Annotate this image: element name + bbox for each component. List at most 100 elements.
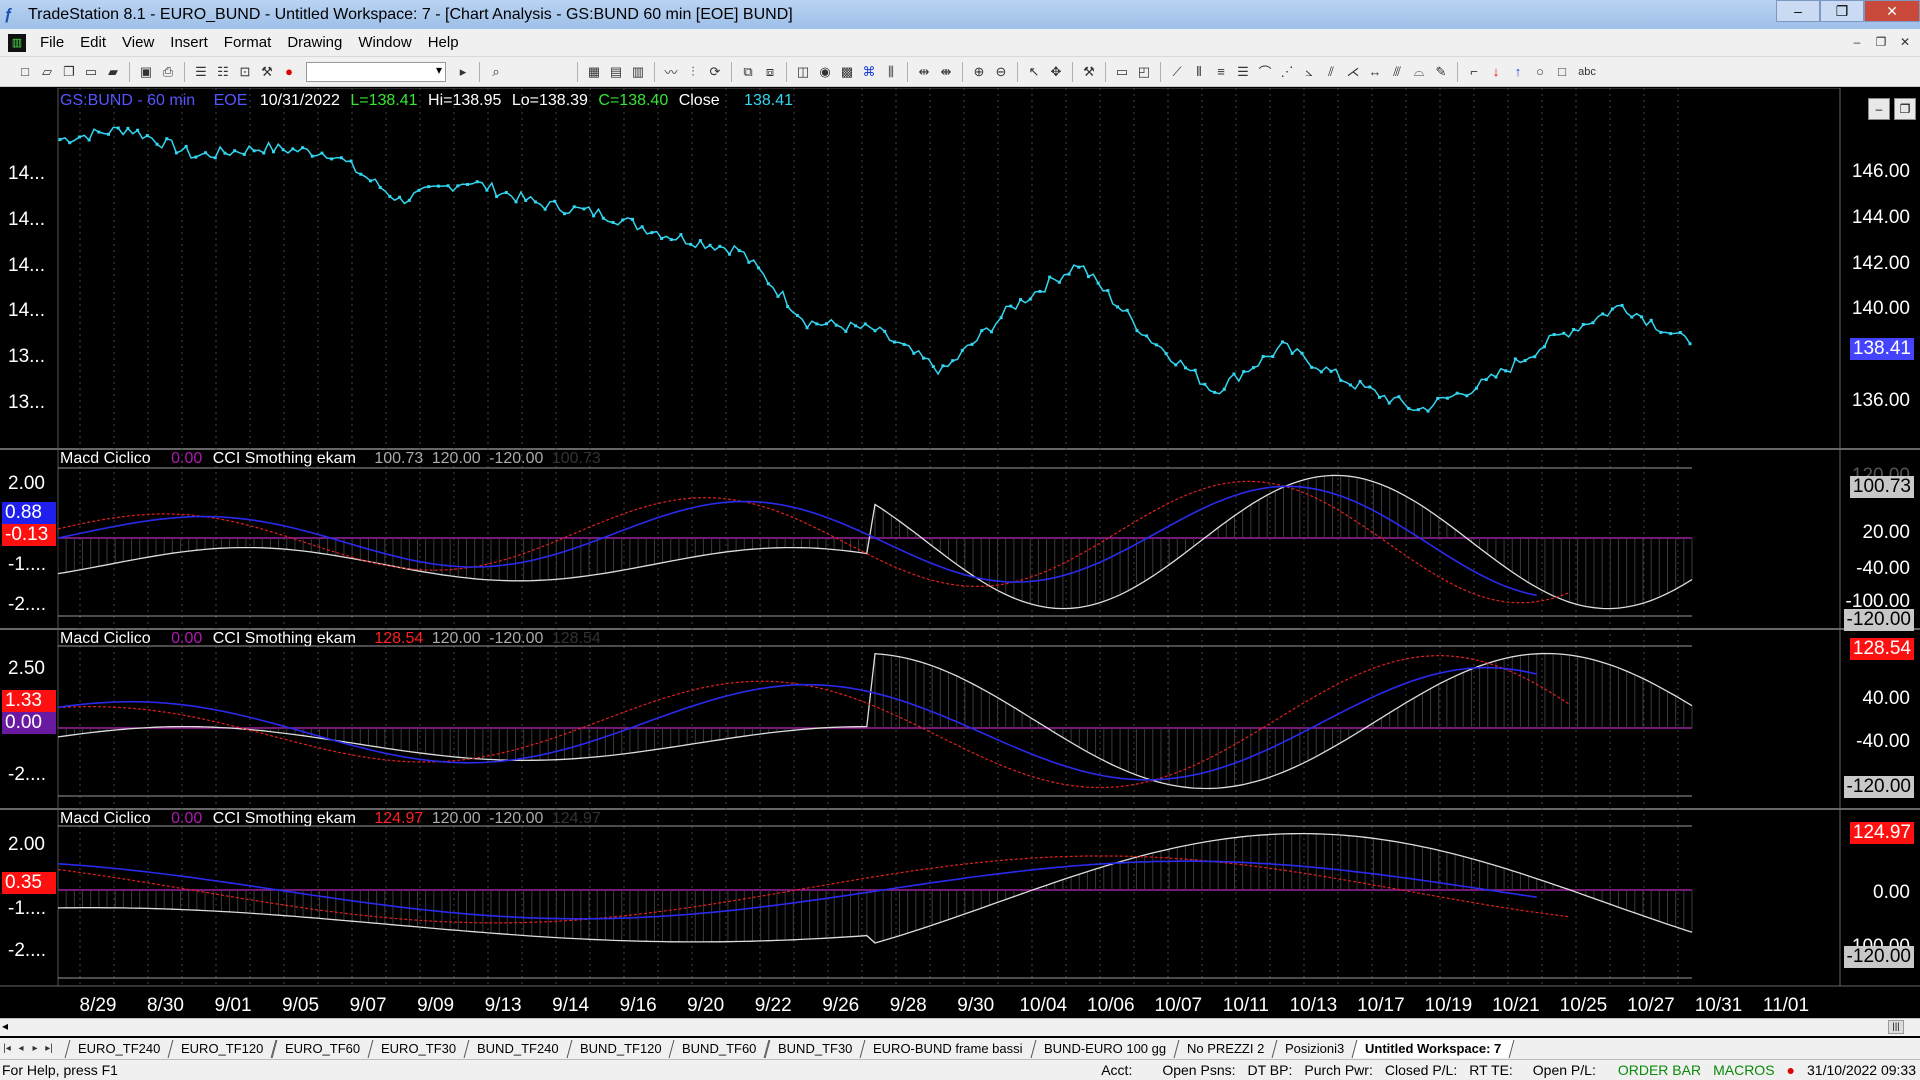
find-icon[interactable]: ⌕ bbox=[487, 63, 505, 81]
scroll-grip[interactable]: ||| bbox=[1888, 1020, 1904, 1034]
chart-window-icon[interactable]: ▥ bbox=[8, 33, 26, 52]
minimize-button[interactable]: – bbox=[1776, 0, 1820, 22]
grid-icon[interactable]: ▦ bbox=[585, 63, 603, 81]
chart-line-icon[interactable]: 〰 bbox=[662, 63, 680, 81]
trendline-icon[interactable]: ⟋ bbox=[1168, 63, 1186, 81]
new-icon[interactable]: □ bbox=[16, 63, 34, 81]
save-icon[interactable]: ▣ bbox=[137, 63, 155, 81]
chart-bar-icon[interactable]: ⫶ bbox=[684, 63, 702, 81]
arrow-up-icon[interactable]: ↑ bbox=[1509, 63, 1527, 81]
folder-icon[interactable]: ▰ bbox=[104, 63, 122, 81]
menu-insert[interactable]: Insert bbox=[162, 34, 216, 51]
tab-prev-icon[interactable]: ◂ bbox=[14, 1043, 28, 1054]
window-tile-icon[interactable]: ☰ bbox=[192, 63, 210, 81]
order-bar-button[interactable]: ORDER BAR bbox=[1618, 1062, 1701, 1078]
scanner-icon[interactable]: ◫ bbox=[794, 63, 812, 81]
settings-window-icon[interactable]: ⧈ bbox=[761, 63, 779, 81]
menu-format[interactable]: Format bbox=[216, 34, 280, 51]
close-button[interactable]: ✕ bbox=[1864, 0, 1920, 22]
chart-icon[interactable]: ▩ bbox=[838, 63, 856, 81]
offset-icon[interactable]: ↔ bbox=[1366, 63, 1384, 81]
workspace-tab[interactable]: BUND_TF30 bbox=[764, 1039, 866, 1058]
workspace-tab[interactable]: EURO_TF60 bbox=[271, 1039, 374, 1058]
open-icon[interactable]: ▱ bbox=[38, 63, 56, 81]
menu-drawing[interactable]: Drawing bbox=[279, 34, 350, 51]
rectangle-icon[interactable]: □ bbox=[1553, 63, 1571, 81]
workspace-tab[interactable]: BUND_TF120 bbox=[566, 1039, 675, 1058]
workspace-tab[interactable]: BUND-EURO 100 gg bbox=[1030, 1039, 1180, 1058]
chart-restore-button[interactable]: ❐ bbox=[1894, 98, 1916, 120]
andrews-icon[interactable]: ⋌ bbox=[1344, 63, 1362, 81]
workspace-tab[interactable]: BUND_TF240 bbox=[463, 1039, 573, 1058]
mdi-minimize-button[interactable]: – bbox=[1846, 32, 1868, 52]
pencil-icon[interactable]: ✎ bbox=[1432, 63, 1450, 81]
workspace-tab[interactable]: BUND_TF60 bbox=[668, 1039, 771, 1058]
options-icon[interactable]: ⫼ bbox=[882, 63, 900, 81]
arc-icon[interactable]: ⌒ bbox=[1256, 63, 1274, 81]
chart-canvas[interactable] bbox=[0, 88, 1920, 1018]
workspace-tab[interactable]: Posizioni3 bbox=[1271, 1039, 1358, 1058]
mdi-restore-button[interactable]: ❐ bbox=[1870, 32, 1892, 52]
radar-icon[interactable]: ◉ bbox=[816, 63, 834, 81]
horizontal-scrollbar[interactable]: ◂ ||| bbox=[0, 1018, 1920, 1036]
data-window-icon[interactable]: ▭ bbox=[1113, 63, 1131, 81]
menu-file[interactable]: File bbox=[32, 34, 72, 51]
zoom-out-icon[interactable]: ⊖ bbox=[992, 63, 1010, 81]
drag-icon[interactable]: ✥ bbox=[1047, 63, 1065, 81]
expand-icon[interactable]: ⇹ bbox=[915, 63, 933, 81]
link-icon[interactable]: ⚒ bbox=[258, 63, 276, 81]
pointer-icon[interactable]: ↖ bbox=[1025, 63, 1043, 81]
channel-icon[interactable]: ⫻ bbox=[1388, 63, 1406, 81]
menu-window[interactable]: Window bbox=[350, 34, 419, 51]
zoom-in-icon[interactable]: ⊕ bbox=[970, 63, 988, 81]
menu-view[interactable]: View bbox=[114, 34, 162, 51]
restore-button[interactable]: ❐ bbox=[1820, 0, 1864, 22]
window-icon[interactable]: ⧉ bbox=[739, 63, 757, 81]
compress-icon[interactable]: ⇼ bbox=[937, 63, 955, 81]
matrix-icon[interactable]: ⌘ bbox=[860, 63, 878, 81]
symbol-combo[interactable] bbox=[306, 61, 446, 82]
strategy-icon[interactable]: ● bbox=[280, 63, 298, 81]
window-cascade-icon[interactable]: ☷ bbox=[214, 63, 232, 81]
snapshot-icon[interactable]: ◰ bbox=[1135, 63, 1153, 81]
print-icon[interactable]: ⎙ bbox=[159, 63, 177, 81]
price-bar bbox=[766, 282, 770, 286]
workspace-tab[interactable]: Untitled Workspace: 7 bbox=[1351, 1039, 1516, 1058]
tab-next-icon[interactable]: ▸ bbox=[28, 1043, 42, 1054]
mdi-close-button[interactable]: ✕ bbox=[1894, 32, 1916, 52]
copy-icon[interactable]: ❐ bbox=[60, 63, 78, 81]
gann-icon[interactable]: ⫽ bbox=[1322, 63, 1340, 81]
tools-icon[interactable]: ⚒ bbox=[1080, 63, 1098, 81]
workspace-tab[interactable]: EURO_TF30 bbox=[367, 1039, 470, 1058]
new-window-icon[interactable]: ▭ bbox=[82, 63, 100, 81]
vertical-lines-icon[interactable]: ⦀ bbox=[1190, 63, 1208, 81]
chart-minimize-button[interactable]: – bbox=[1868, 98, 1890, 120]
lock-icon[interactable]: ⊡ bbox=[236, 63, 254, 81]
menu-edit[interactable]: Edit bbox=[72, 34, 114, 51]
speedline-icon[interactable]: ⦣ bbox=[1300, 63, 1318, 81]
list-icon[interactable]: ▤ bbox=[607, 63, 625, 81]
text-icon[interactable]: abc bbox=[1575, 63, 1599, 81]
regression-icon[interactable]: ⋰ bbox=[1278, 63, 1296, 81]
chart-area[interactable]: GS:BUND - 60 min EOE 10/31/2022 L=138.41… bbox=[0, 88, 1920, 1018]
tab-last-icon[interactable]: ▸| bbox=[42, 1043, 56, 1054]
price-left-label: 13... bbox=[8, 346, 45, 367]
scroll-left-icon[interactable]: ◂ bbox=[2, 1019, 8, 1033]
arrow-down-icon[interactable]: ↓ bbox=[1487, 63, 1505, 81]
ellipse-icon[interactable]: ○ bbox=[1531, 63, 1549, 81]
workspace-tab[interactable]: No PREZZI 2 bbox=[1173, 1039, 1278, 1058]
refresh-icon[interactable]: ⟳ bbox=[706, 63, 724, 81]
tab-first-icon[interactable]: |◂ bbox=[0, 1043, 14, 1054]
arrow-right-icon[interactable]: ▸ bbox=[454, 63, 472, 81]
workspace-tab[interactable]: EURO_TF120 bbox=[167, 1039, 278, 1058]
curve-icon[interactable]: ⌐ bbox=[1465, 63, 1483, 81]
fib-icon[interactable]: ☰ bbox=[1234, 63, 1252, 81]
horizontal-line-icon[interactable]: ≡ bbox=[1212, 63, 1230, 81]
macros-button[interactable]: MACROS bbox=[1713, 1062, 1774, 1078]
menu-help[interactable]: Help bbox=[420, 34, 467, 51]
workspace-tab[interactable]: EURO_TF240 bbox=[64, 1039, 174, 1058]
calendar-icon[interactable]: ▥ bbox=[629, 63, 647, 81]
cycle-icon[interactable]: ⌓ bbox=[1410, 63, 1428, 81]
workspace-tab[interactable]: EURO-BUND frame bassi bbox=[859, 1039, 1037, 1058]
price-bar bbox=[922, 356, 926, 360]
